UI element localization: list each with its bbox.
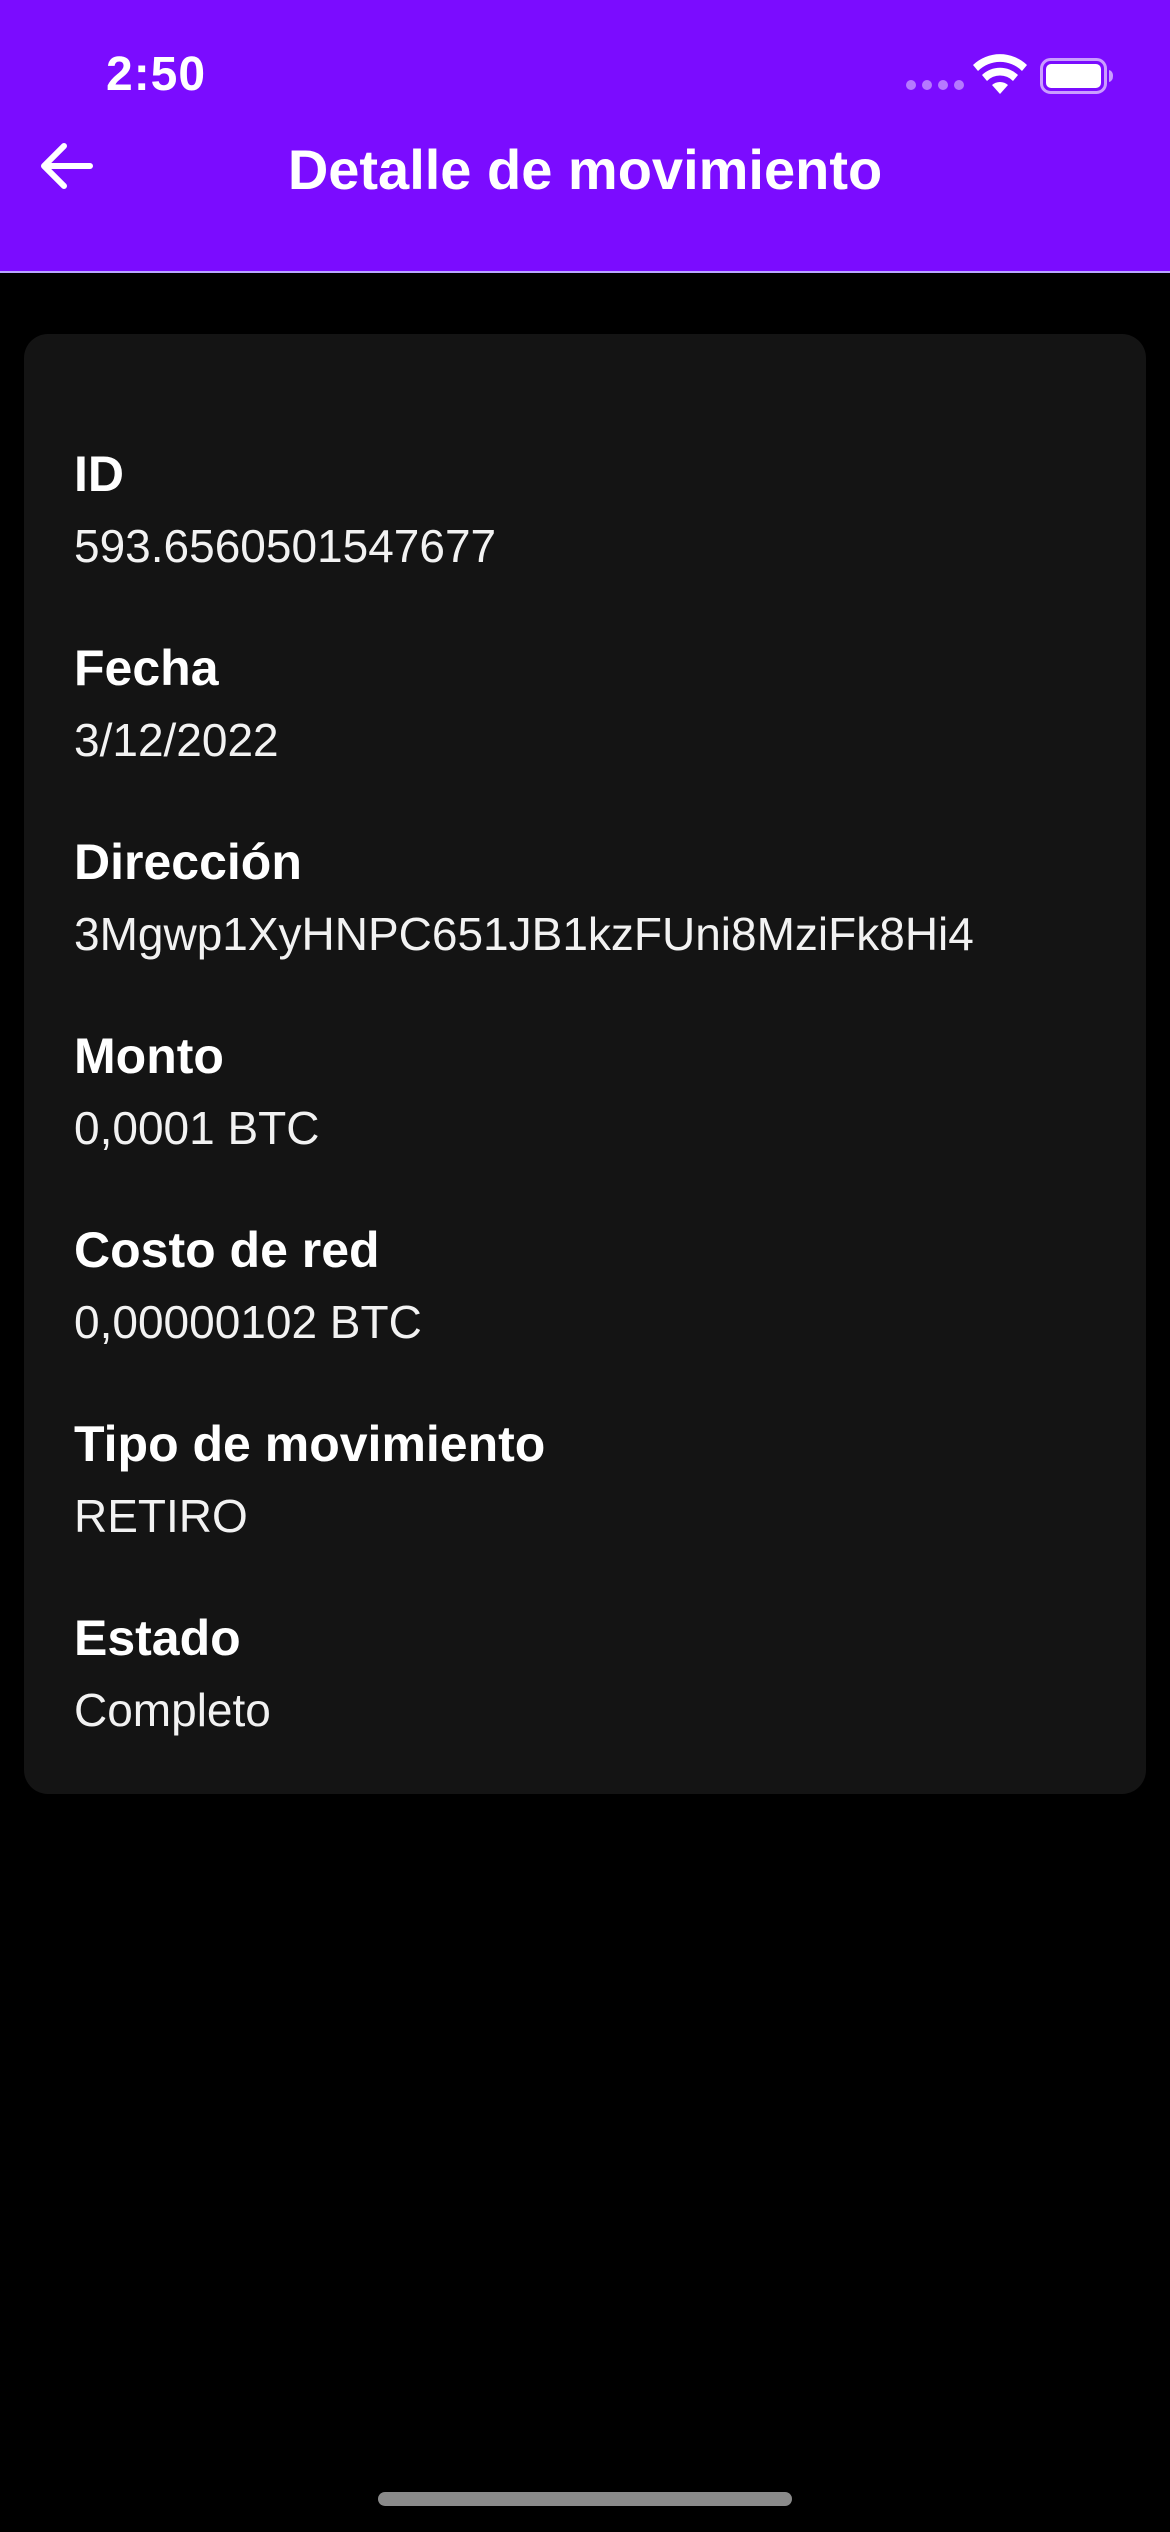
back-button[interactable]	[32, 126, 100, 206]
detail-status: Estado Completo	[74, 1606, 1114, 1742]
status-time: 2:50	[106, 48, 207, 101]
detail-id: ID 593.6560501547677	[74, 442, 1114, 578]
detail-address: Dirección 3Mgwp1XyHNPC651JB1kzFUni8MziFk…	[74, 830, 1114, 966]
detail-network-fee: Costo de red 0,00000102 BTC	[74, 1218, 1114, 1354]
battery-icon	[1040, 58, 1113, 94]
detail-value: 593.6560501547677	[74, 520, 497, 572]
cellular-signal-icon	[906, 80, 964, 90]
arrow-left-icon	[41, 143, 93, 189]
detail-amount: Monto 0,0001 BTC	[74, 1024, 1114, 1160]
detail-label: Monto	[74, 1028, 224, 1084]
detail-value: 3/12/2022	[74, 714, 279, 766]
detail-label: ID	[74, 446, 124, 502]
page-title: Detalle de movimiento	[287, 138, 883, 201]
detail-value: RETIRO	[74, 1490, 248, 1542]
detail-label: Costo de red	[74, 1222, 380, 1278]
detail-value: Completo	[74, 1684, 271, 1736]
detail-date: Fecha 3/12/2022	[74, 636, 1114, 772]
detail-value: 0,0001 BTC	[74, 1102, 320, 1154]
detail-value: 0,00000102 BTC	[74, 1296, 422, 1348]
app-header: 2:50 Detalle de movimiento	[0, 0, 1170, 273]
detail-label: Fecha	[74, 640, 219, 696]
movement-detail-card: ID 593.6560501547677 Fecha 3/12/2022 Dir…	[24, 334, 1146, 1794]
detail-label: Tipo de movimiento	[74, 1416, 546, 1472]
detail-label: Estado	[74, 1610, 241, 1666]
home-indicator[interactable]	[378, 2492, 792, 2506]
detail-value: 3Mgwp1XyHNPC651JB1kzFUni8MziFk8Hi4	[74, 908, 974, 960]
detail-label: Dirección	[74, 834, 302, 890]
wifi-icon	[973, 54, 1027, 94]
detail-movement-type: Tipo de movimiento RETIRO	[74, 1412, 1114, 1548]
